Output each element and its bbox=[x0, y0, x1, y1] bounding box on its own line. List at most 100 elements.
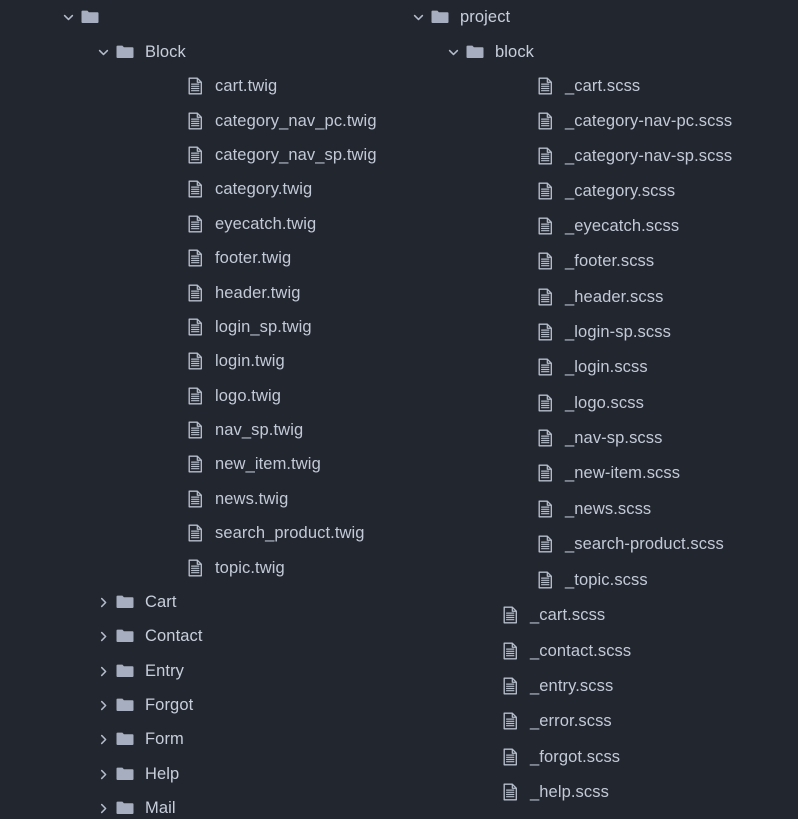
chevron-right-icon[interactable] bbox=[92, 625, 114, 647]
tree-file-row[interactable]: new_item.twig bbox=[162, 447, 321, 481]
tree-folder-row[interactable]: block bbox=[442, 35, 534, 69]
tree-file-row[interactable]: category.twig bbox=[162, 172, 312, 206]
tree-file-row[interactable]: _eyecatch.scss bbox=[512, 209, 679, 243]
folder-open-icon bbox=[429, 6, 451, 28]
tree-file-row[interactable]: _category.scss bbox=[512, 174, 675, 208]
tree-file-row[interactable]: _cart.scss bbox=[477, 598, 605, 632]
tree-file-row[interactable]: news.twig bbox=[162, 482, 288, 516]
tree-file-row[interactable]: _nav-sp.scss bbox=[512, 421, 663, 455]
file-name-label: category_nav_pc.twig bbox=[215, 112, 377, 130]
folder-name-label: Contact bbox=[145, 627, 203, 645]
tree-file-row[interactable]: _footer.scss bbox=[512, 244, 654, 278]
tree-file-row[interactable]: search_product.twig bbox=[162, 516, 365, 550]
tree-file-row[interactable]: _help.scss bbox=[477, 775, 609, 809]
folder-name-label: Block bbox=[145, 43, 186, 61]
tree-file-row[interactable]: nav_sp.twig bbox=[162, 413, 303, 447]
tree-file-row[interactable]: _login.scss bbox=[512, 350, 648, 384]
folder-name-label: Mail bbox=[145, 799, 176, 817]
tree-file-row[interactable]: login_sp.twig bbox=[162, 310, 312, 344]
file-icon bbox=[184, 557, 206, 579]
tree-file-row[interactable]: category_nav_pc.twig bbox=[162, 104, 377, 138]
tree-folder-row[interactable] bbox=[57, 0, 110, 34]
tree-file-row[interactable]: login.twig bbox=[162, 344, 285, 378]
tree-folder-row[interactable]: Forgot bbox=[92, 688, 193, 722]
tree-file-row[interactable]: cart.twig bbox=[162, 69, 277, 103]
chevron-down-icon[interactable] bbox=[442, 41, 464, 63]
tree-file-row[interactable]: footer.twig bbox=[162, 241, 291, 275]
tree-file-row[interactable]: header.twig bbox=[162, 276, 301, 310]
chevron-right-icon[interactable] bbox=[92, 797, 114, 819]
tree-folder-row[interactable]: Help bbox=[92, 757, 179, 791]
tree-file-row[interactable]: _logo.scss bbox=[512, 386, 644, 420]
tree-file-row[interactable]: _new-item.scss bbox=[512, 456, 680, 490]
chevron-right-icon[interactable] bbox=[92, 660, 114, 682]
folder-open-icon bbox=[114, 41, 136, 63]
chevron-right-icon[interactable] bbox=[92, 728, 114, 750]
tree-folder-row[interactable]: Form bbox=[92, 722, 184, 756]
tree-file-row[interactable]: _header.scss bbox=[512, 280, 663, 314]
tree-file-row[interactable]: logo.twig bbox=[162, 379, 281, 413]
folder-open-icon bbox=[79, 6, 101, 28]
file-name-label: _help.scss bbox=[530, 783, 609, 801]
folder-icon bbox=[114, 694, 136, 716]
chevron-right-icon[interactable] bbox=[92, 763, 114, 785]
tree-file-row[interactable]: _cart.scss bbox=[512, 69, 640, 103]
file-name-label: topic.twig bbox=[215, 559, 285, 577]
left-panel[interactable]: Block cart.twig category_nav_pc.twigcatego… bbox=[0, 0, 399, 819]
tree-file-row[interactable]: _contact.scss bbox=[477, 634, 631, 668]
tree-folder-row[interactable]: Entry bbox=[92, 654, 184, 688]
tree-file-row[interactable]: _news.scss bbox=[512, 492, 651, 526]
tree-folder-row[interactable]: Mail bbox=[92, 791, 176, 819]
tree-file-row[interactable]: _topic.scss bbox=[512, 563, 648, 597]
folder-icon bbox=[114, 660, 136, 682]
tree-folder-row[interactable]: Contact bbox=[92, 619, 203, 653]
chevron-right-icon[interactable] bbox=[92, 591, 114, 613]
folder-name-label: project bbox=[460, 8, 511, 26]
tree-file-row[interactable]: category_nav_sp.twig bbox=[162, 138, 377, 172]
tree-file-row[interactable]: _entry.scss bbox=[477, 669, 613, 703]
tree-file-row[interactable]: _login-sp.scss bbox=[512, 315, 671, 349]
file-icon bbox=[184, 488, 206, 510]
file-icon bbox=[184, 110, 206, 132]
folder-name-label: block bbox=[495, 43, 535, 61]
tree-folder-row[interactable]: Cart bbox=[92, 585, 177, 619]
tree-file-row[interactable]: topic.twig bbox=[162, 551, 285, 585]
file-icon bbox=[184, 350, 206, 372]
tree-file-row[interactable]: eyecatch.twig bbox=[162, 207, 316, 241]
chevron-right-icon[interactable] bbox=[92, 694, 114, 716]
chevron-down-icon[interactable] bbox=[407, 6, 429, 28]
file-icon bbox=[534, 356, 556, 378]
tree-folder-row[interactable]: project bbox=[407, 0, 510, 34]
tree-file-row[interactable]: _category-nav-sp.scss bbox=[512, 139, 732, 173]
folder-name-label: Form bbox=[145, 730, 184, 748]
folder-icon bbox=[114, 763, 136, 785]
tree-file-row[interactable]: _forgot.scss bbox=[477, 740, 620, 774]
tree-file-row[interactable]: _search-product.scss bbox=[512, 527, 724, 561]
tree-folder-row[interactable]: Block bbox=[92, 35, 186, 69]
file-icon bbox=[184, 247, 206, 269]
tree-file-row[interactable] bbox=[477, 811, 530, 819]
right-panel[interactable]: project block _cart.scss _category-nav-pc.s… bbox=[399, 0, 798, 819]
file-icon bbox=[184, 522, 206, 544]
tree-file-row[interactable]: _error.scss bbox=[477, 704, 612, 738]
file-icon bbox=[534, 110, 556, 132]
chevron-down-icon[interactable] bbox=[57, 6, 79, 28]
tree-file-row[interactable]: _category-nav-pc.scss bbox=[512, 104, 732, 138]
file-name-label: news.twig bbox=[215, 490, 289, 508]
file-name-label: eyecatch.twig bbox=[215, 215, 317, 233]
chevron-down-icon[interactable] bbox=[92, 41, 114, 63]
